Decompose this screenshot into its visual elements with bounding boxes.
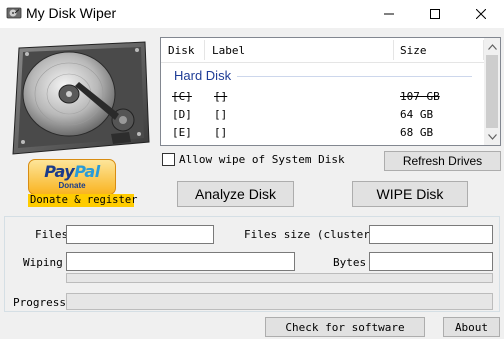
drive-list-scrollbar[interactable] (484, 38, 500, 145)
allow-system-wipe-label[interactable]: Allow wipe of System Disk (179, 153, 345, 166)
bytes-field (369, 252, 493, 271)
group-header-hard-disk: Hard Disk (174, 68, 232, 83)
drive-row[interactable]: [D] [] 64 GB (161, 106, 485, 124)
column-separator[interactable] (393, 40, 394, 60)
minimize-icon (384, 13, 394, 15)
disk-drive-icon (6, 7, 22, 19)
window-title: My Disk Wiper (26, 5, 117, 21)
about-button[interactable]: About (443, 317, 500, 337)
total-progress-bar (66, 293, 493, 310)
drive-size: 68 GB (400, 126, 434, 139)
files-count-field (66, 225, 214, 244)
scroll-thumb[interactable] (486, 55, 498, 128)
bytes-label: Bytes (333, 256, 367, 269)
maximize-icon (430, 9, 440, 19)
drive-row[interactable]: [C] [] 107 GB (161, 88, 485, 106)
allow-system-wipe-checkbox[interactable] (162, 153, 175, 166)
wiping-label: Wiping (23, 256, 63, 269)
paypal-donate-button[interactable]: PayPal Donate (28, 159, 116, 195)
drive-letter: [D] (172, 108, 192, 121)
close-icon (476, 9, 486, 19)
drive-list-header: Disk Label Size (161, 38, 485, 63)
chevron-up-icon (487, 43, 497, 50)
paypal-logo: PayPal (29, 162, 115, 181)
column-header-size[interactable]: Size (400, 44, 427, 57)
scroll-up-button[interactable] (484, 38, 500, 55)
drive-label: [] (214, 126, 228, 139)
paypal-logo-pal: Pal (74, 162, 100, 181)
drive-label: [] (214, 90, 228, 103)
progress-label: Progress (13, 296, 66, 309)
group-divider (237, 76, 472, 77)
maximize-button[interactable] (412, 0, 458, 28)
drive-list[interactable]: Disk Label Size Hard Disk [C] [] 107 GB … (160, 37, 501, 146)
files-label: Files (35, 228, 69, 241)
wiping-progress-bar (66, 273, 493, 283)
column-header-disk[interactable]: Disk (168, 44, 195, 57)
wipe-disk-button[interactable]: WIPE Disk (352, 181, 468, 207)
chevron-down-icon (487, 133, 497, 140)
donate-register-link[interactable]: Donate & register (28, 194, 137, 207)
refresh-drives-button[interactable]: Refresh Drives (384, 151, 501, 171)
column-header-label[interactable]: Label (212, 44, 245, 57)
wiping-file-field (66, 252, 295, 271)
hard-drive-image (12, 41, 150, 155)
drive-label: [] (214, 108, 228, 121)
scroll-down-button[interactable] (484, 128, 500, 145)
drive-size: 107 GB (400, 90, 440, 103)
drive-row[interactable]: [E] [] 68 GB (161, 124, 485, 142)
paypal-donate-label: Donate (58, 181, 86, 190)
drive-size: 64 GB (400, 108, 434, 121)
paypal-logo-pay: Pay (44, 162, 75, 181)
drive-letter: [E] (172, 126, 192, 139)
check-for-software-button[interactable]: Check for software (265, 317, 425, 337)
files-size-label: Files size (cluster, (244, 228, 377, 241)
title-bar: My Disk Wiper (0, 0, 504, 28)
close-button[interactable] (458, 0, 504, 28)
analyze-disk-button[interactable]: Analyze Disk (177, 181, 294, 207)
minimize-button[interactable] (366, 0, 412, 28)
drive-letter: [C] (172, 90, 192, 103)
column-separator[interactable] (204, 40, 205, 60)
files-size-field (369, 225, 493, 244)
